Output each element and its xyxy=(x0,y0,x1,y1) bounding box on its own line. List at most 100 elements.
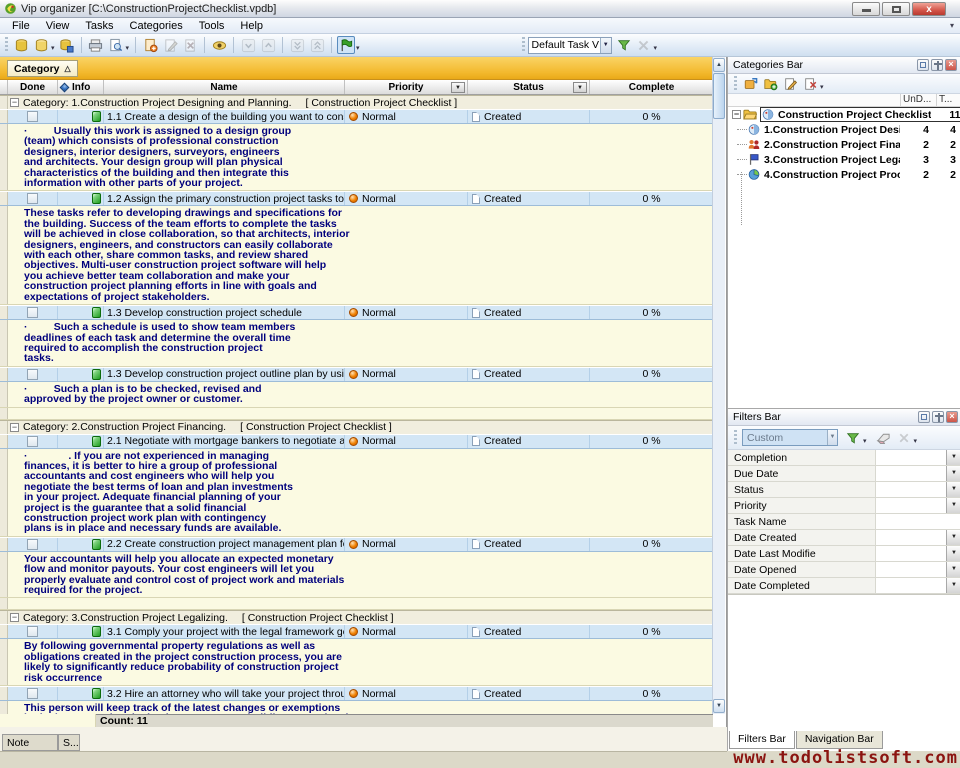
task-row[interactable]: 1.3 Develop construction project outline… xyxy=(0,367,713,382)
combo-dropdown-icon[interactable]: ▼ xyxy=(827,430,837,445)
task-row[interactable]: 3.1 Comply your project with the legal f… xyxy=(0,624,713,639)
filter-value[interactable] xyxy=(876,498,946,513)
filter-value[interactable] xyxy=(876,546,946,561)
print-preview-icon[interactable] xyxy=(107,36,125,54)
filters-toolbar-overflow-icon[interactable]: ▾ xyxy=(914,437,918,445)
scroll-down-icon[interactable]: ▼ xyxy=(713,699,725,713)
minimize-button[interactable] xyxy=(852,2,880,16)
filter-value[interactable] xyxy=(876,466,946,481)
filter-value[interactable] xyxy=(876,482,946,497)
collapse-icon[interactable]: − xyxy=(10,98,19,107)
tab-filters-bar[interactable]: Filters Bar xyxy=(729,731,795,749)
panel-pin-icon[interactable] xyxy=(931,59,943,71)
selected-item-box[interactable]: Construction Project Checklist1111 xyxy=(760,107,960,122)
group-row[interactable]: −Category: 1.Construction Project Design… xyxy=(0,95,713,109)
priority-filter-dropdown-icon[interactable]: ▼ xyxy=(451,82,465,93)
filter-dropdown-icon[interactable]: ▼ xyxy=(946,498,960,513)
move-down-icon[interactable] xyxy=(239,36,257,54)
apply-filter-icon[interactable] xyxy=(844,429,862,447)
view-notes-icon[interactable] xyxy=(210,36,228,54)
menu-help[interactable]: Help xyxy=(232,19,271,33)
move-bottom-icon[interactable] xyxy=(288,36,306,54)
task-checkbox[interactable] xyxy=(27,436,38,447)
tree-root-item[interactable]: − Construction Project Checklist1111 xyxy=(728,107,960,122)
grid-vertical-scrollbar[interactable]: ▲ ▼ xyxy=(712,57,725,714)
column-header-name[interactable]: Name xyxy=(104,80,345,94)
task-checkbox[interactable] xyxy=(27,193,38,204)
new-task-icon[interactable] xyxy=(141,36,159,54)
task-row[interactable]: 2.2 Create construction project manageme… xyxy=(0,537,713,552)
view-toolbar-overflow-icon[interactable]: ▾ xyxy=(654,44,658,52)
scroll-up-icon[interactable]: ▲ xyxy=(713,58,725,72)
panel-pin-icon[interactable] xyxy=(932,411,944,423)
print-dropdown-icon[interactable]: ▾ xyxy=(126,44,130,52)
task-row[interactable]: 2.1 Negotiate with mortgage bankers to n… xyxy=(0,434,713,449)
column-header-complete[interactable]: Complete xyxy=(590,80,713,94)
group-row[interactable]: −Category: 2.Construction Project Financ… xyxy=(0,420,713,434)
status-filter-dropdown-icon[interactable]: ▼ xyxy=(573,82,587,93)
panel-restore-icon[interactable] xyxy=(917,59,929,71)
delete-category-icon[interactable] xyxy=(801,75,819,93)
task-row[interactable]: 1.1 Create a design of the building you … xyxy=(0,109,713,124)
menu-file[interactable]: File xyxy=(4,19,38,33)
filter-dropdown-icon[interactable]: ▼ xyxy=(946,546,960,561)
scrollbar-thumb[interactable] xyxy=(713,73,725,119)
task-view-combo[interactable]: Default Task V ▼ xyxy=(528,37,612,54)
menu-tools[interactable]: Tools xyxy=(191,19,233,33)
edit-task-icon[interactable] xyxy=(161,36,179,54)
undone-column-header[interactable]: UnD... xyxy=(900,94,936,106)
filter-dropdown-icon[interactable]: ▼ xyxy=(946,450,960,465)
tab-s[interactable]: S... xyxy=(58,734,80,751)
tree-category-item[interactable]: 4.Construction Project Procurin22 xyxy=(728,167,960,182)
combo-dropdown-icon[interactable]: ▼ xyxy=(600,38,611,53)
column-header-done[interactable]: Done xyxy=(8,80,58,94)
menu-categories[interactable]: Categories xyxy=(122,19,191,33)
column-header-priority[interactable]: Priority ▼ xyxy=(345,80,468,94)
delete-task-icon[interactable] xyxy=(181,36,199,54)
filter-value[interactable] xyxy=(876,514,960,529)
task-checkbox[interactable] xyxy=(27,688,38,699)
move-top-icon[interactable] xyxy=(308,36,326,54)
filter-dropdown-icon[interactable]: ▼ xyxy=(946,466,960,481)
collapse-icon[interactable]: − xyxy=(10,613,19,622)
filter-preset-combo[interactable]: Custom ▼ xyxy=(742,429,838,446)
categories-toolbar-overflow-icon[interactable]: ▾ xyxy=(820,83,824,91)
filter-dropdown-icon[interactable]: ▼ xyxy=(946,562,960,577)
column-header-status[interactable]: Status ▼ xyxy=(468,80,590,94)
filter-value[interactable] xyxy=(876,578,946,593)
total-column-header[interactable]: T... xyxy=(936,94,960,106)
task-checkbox[interactable] xyxy=(27,626,38,637)
tab-navigation-bar[interactable]: Navigation Bar xyxy=(796,731,883,749)
task-view-dropdown-icon[interactable]: ▾ xyxy=(356,44,360,52)
apply-filter-dropdown-icon[interactable]: ▾ xyxy=(863,437,867,445)
panel-restore-icon[interactable] xyxy=(918,411,930,423)
task-checkbox[interactable] xyxy=(27,111,38,122)
filter-dropdown-icon[interactable]: ▼ xyxy=(946,578,960,593)
task-checkbox[interactable] xyxy=(27,539,38,550)
apply-view-icon[interactable] xyxy=(615,36,633,54)
open-database-icon[interactable] xyxy=(32,36,50,54)
maximize-button[interactable] xyxy=(882,2,910,16)
panel-close-icon[interactable] xyxy=(946,411,958,423)
tree-category-item[interactable]: 2.Construction Project Financir22 xyxy=(728,137,960,152)
clear-filter-icon[interactable] xyxy=(875,429,893,447)
move-up-icon[interactable] xyxy=(259,36,277,54)
task-row[interactable]: 3.2 Hire an attorney who will take your … xyxy=(0,686,713,701)
filter-dropdown-icon[interactable]: ▼ xyxy=(946,530,960,545)
new-category-list-icon[interactable] xyxy=(741,75,759,93)
filter-dropdown-icon[interactable]: ▼ xyxy=(946,482,960,497)
task-checkbox[interactable] xyxy=(27,369,38,380)
task-view-flag-icon[interactable] xyxy=(337,36,355,54)
group-row[interactable]: −Category: 3.Construction Project Legali… xyxy=(0,610,713,624)
new-subcategory-icon[interactable] xyxy=(761,75,779,93)
tree-category-item[interactable]: 3.Construction Project Legalizi33 xyxy=(728,152,960,167)
menu-overflow-icon[interactable]: ▾ xyxy=(950,21,954,30)
new-database-icon[interactable] xyxy=(12,36,30,54)
task-checkbox[interactable] xyxy=(27,307,38,318)
task-row[interactable]: 1.3 Develop construction project schedul… xyxy=(0,305,713,320)
collapse-icon[interactable]: − xyxy=(732,110,741,119)
open-database-dropdown-icon[interactable]: ▾ xyxy=(51,44,55,52)
filter-value[interactable] xyxy=(876,450,946,465)
print-icon[interactable] xyxy=(87,36,105,54)
delete-filter-icon[interactable] xyxy=(895,429,913,447)
